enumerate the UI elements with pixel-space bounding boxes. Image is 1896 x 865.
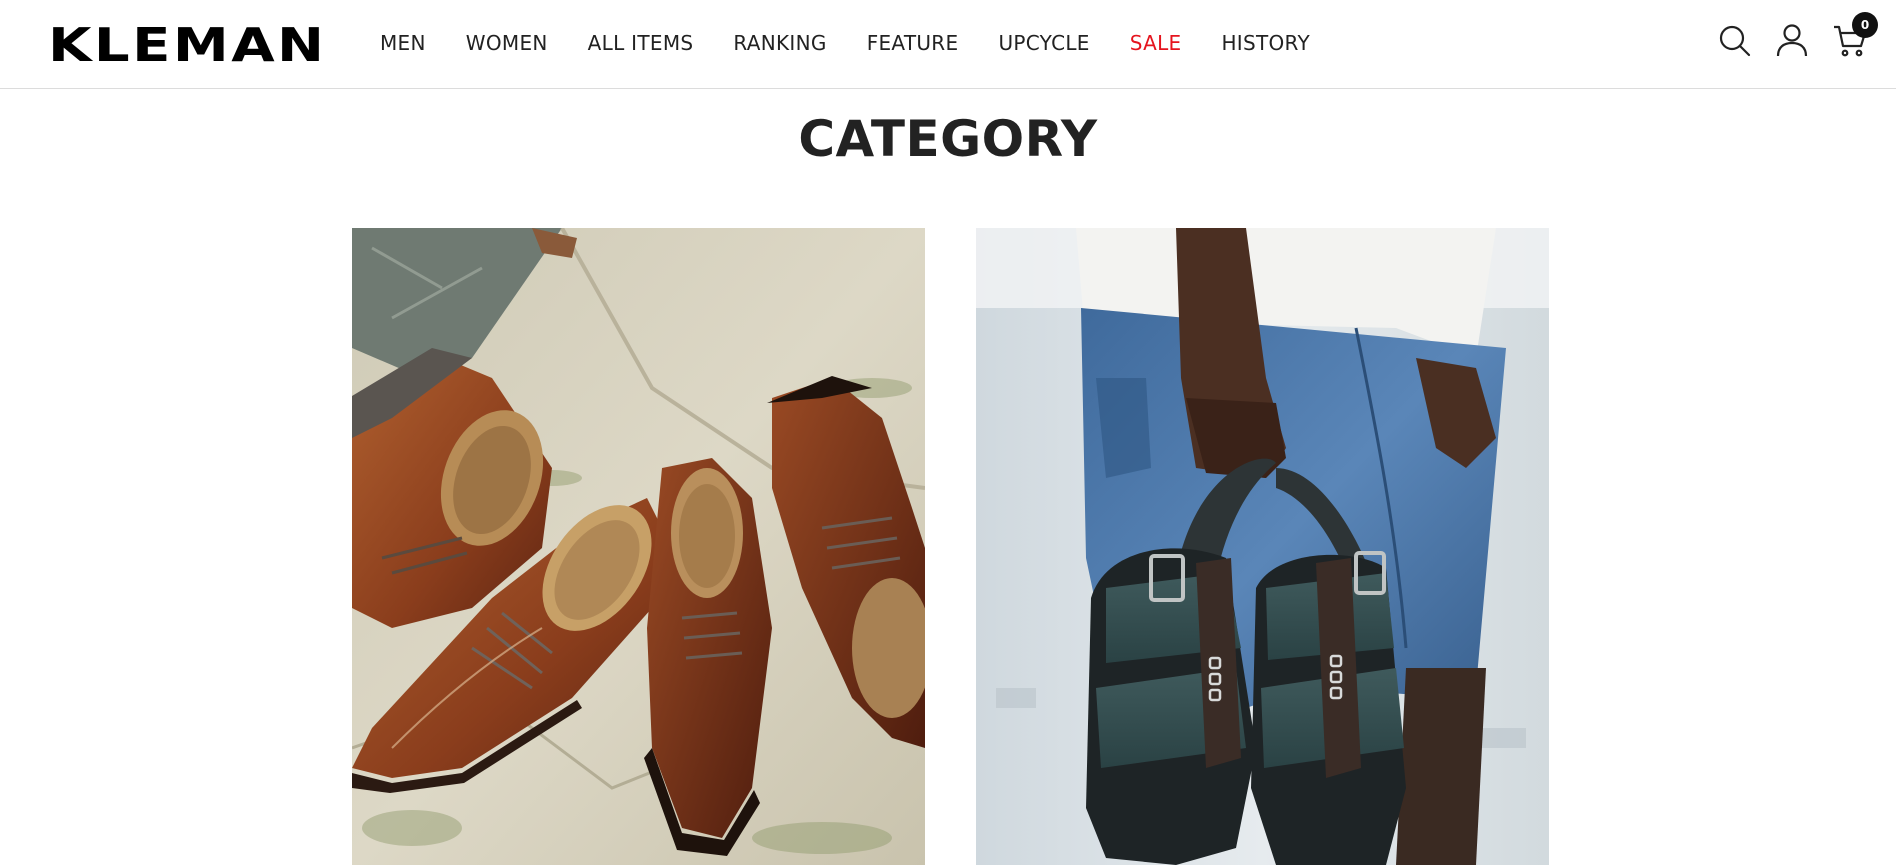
- brown-shoes-image: [352, 228, 925, 865]
- nav-item-men[interactable]: MEN: [380, 31, 426, 55]
- category-card-sandals[interactable]: [976, 228, 1549, 865]
- nav-item-all-items[interactable]: ALL ITEMS: [588, 31, 694, 55]
- search-icon[interactable]: [1716, 22, 1752, 58]
- header-actions: 0: [1694, 0, 1878, 80]
- nav-item-history[interactable]: HISTORY: [1221, 31, 1310, 55]
- main-nav: MEN WOMEN ALL ITEMS RANKING FEATURE UPCY…: [360, 0, 1350, 86]
- nav-item-sale[interactable]: SALE: [1130, 31, 1182, 55]
- nav-item-ranking[interactable]: RANKING: [733, 31, 826, 55]
- category-card-shoes[interactable]: [352, 228, 925, 865]
- cart-icon[interactable]: 0: [1832, 12, 1878, 58]
- cart-count-badge: 0: [1852, 12, 1878, 38]
- account-icon[interactable]: [1774, 22, 1810, 58]
- nav-item-feature[interactable]: FEATURE: [867, 31, 959, 55]
- nav-item-women[interactable]: WOMEN: [466, 31, 548, 55]
- section-title: CATEGORY: [798, 110, 1098, 168]
- nav-item-upcycle[interactable]: UPCYCLE: [998, 31, 1089, 55]
- site-header: KLEMAN MEN WOMEN ALL ITEMS RANKING FEATU…: [0, 0, 1896, 89]
- green-sandals-image: [976, 228, 1549, 865]
- brand-logo[interactable]: KLEMAN: [48, 22, 326, 68]
